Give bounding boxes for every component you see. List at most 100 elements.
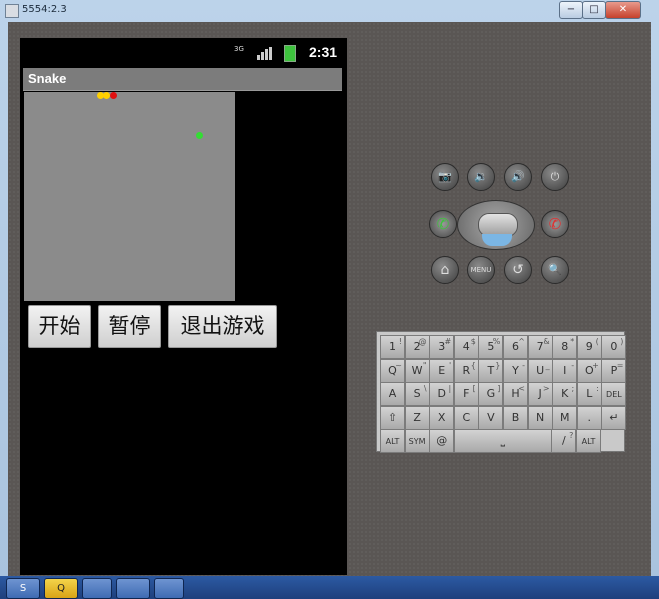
key-symbol[interactable]: ⇧ — [380, 405, 405, 430]
dpad-down-button[interactable] — [482, 234, 512, 246]
menu-button[interactable]: MENU — [467, 256, 495, 284]
key-label: M — [559, 410, 570, 424]
key-alt-label: @ — [418, 337, 427, 346]
key-alt-label: ( — [595, 337, 599, 346]
key-q[interactable]: Q ~ — [380, 358, 405, 383]
key-alt-label: ; — [571, 384, 575, 393]
key-p[interactable]: P = — [601, 358, 627, 383]
key-b[interactable]: B — [503, 405, 528, 430]
taskbar: S Q — [0, 576, 659, 599]
key-label: 0 — [610, 340, 618, 353]
key-v[interactable]: V — [478, 405, 504, 430]
window-title: 5554:2.3 — [22, 4, 67, 15]
key-n[interactable]: N — [527, 405, 553, 430]
key-x[interactable]: X — [429, 405, 455, 430]
taskbar-item-eclipse[interactable] — [116, 578, 150, 599]
key-label: U — [536, 363, 545, 377]
maximize-button[interactable]: □ — [582, 1, 606, 19]
key-alt-label: - — [571, 360, 575, 370]
key-m[interactable]: M — [552, 405, 578, 430]
key-alt-label: & — [543, 337, 550, 346]
key-alt-label: ] — [497, 384, 501, 393]
key-alt-label: ! — [398, 337, 402, 346]
home-icon[interactable]: ⌂ — [431, 256, 459, 284]
call-icon[interactable]: ✆ — [429, 210, 457, 238]
key-alt-label: ~ — [395, 360, 402, 370]
key-label: SYM — [408, 437, 426, 446]
key-symbol[interactable]: ↵ — [601, 405, 627, 430]
key-alt-label: < — [518, 384, 525, 393]
key-symbol[interactable]: /? — [551, 429, 577, 453]
app-title-bar: Snake — [23, 68, 342, 91]
key-alt-label: > — [542, 384, 550, 393]
start-button[interactable]: 开始 — [28, 305, 91, 348]
snake-segment — [103, 92, 110, 99]
key-alt-label: _ — [545, 360, 550, 370]
key-label: ⇧ — [387, 410, 398, 424]
camera-icon[interactable]: 📷 — [431, 163, 459, 191]
taskbar-item-emulator[interactable] — [154, 578, 184, 599]
status-clock: 2:31 — [309, 44, 338, 60]
key-alt-label: + — [592, 360, 599, 370]
key-z[interactable]: Z — [404, 405, 430, 430]
key-alt-label: ' — [448, 360, 452, 370]
start-menu-button[interactable]: S — [6, 578, 40, 599]
key-label: 9 — [585, 340, 593, 353]
key-label: @ — [436, 434, 448, 447]
key-a[interactable]: A — [380, 382, 405, 406]
end-call-icon[interactable]: ✆ — [541, 210, 569, 238]
key-alt-label: ) — [620, 337, 624, 346]
game-board[interactable] — [24, 92, 235, 301]
key-label: V — [487, 410, 495, 424]
back-icon[interactable]: ↺ — [504, 256, 532, 284]
title-bar[interactable]: 5554:2.3 − □ ✕ — [0, 0, 659, 22]
app-title: Snake — [28, 71, 67, 86]
key-del[interactable]: DEL — [601, 382, 627, 406]
minimize-button[interactable]: − — [559, 1, 583, 19]
exit-game-button[interactable]: 退出游戏 — [168, 305, 277, 348]
key-label: / — [562, 434, 566, 447]
key-alt[interactable]: ALT — [380, 429, 405, 453]
power-icon[interactable]: ⏻ — [541, 163, 569, 191]
key-symbol[interactable]: . — [576, 405, 602, 430]
key-alt-label: $ — [470, 337, 476, 346]
key-c[interactable]: C — [453, 405, 479, 430]
key-label: A — [388, 387, 397, 400]
key-label: J — [538, 387, 542, 400]
key-k[interactable]: K; — [552, 382, 578, 406]
key-symbol[interactable]: @ — [429, 429, 455, 453]
pause-button[interactable]: 暂停 — [98, 305, 161, 348]
taskbar-item-qq[interactable]: Q — [44, 578, 78, 599]
key-label: C — [462, 410, 471, 424]
volume-down-icon[interactable]: 🔉 — [467, 163, 495, 191]
network-type-indicator: 3G — [234, 45, 244, 53]
key-alt-label: - — [522, 360, 525, 370]
close-button[interactable]: ✕ — [605, 1, 641, 19]
key-label: K — [561, 387, 569, 400]
key-d[interactable]: D | — [429, 382, 455, 406]
key-g[interactable]: G] — [478, 382, 504, 406]
key-h[interactable]: H < — [503, 382, 528, 406]
key-label: D — [437, 387, 446, 400]
key-l[interactable]: L: — [576, 382, 602, 406]
key-symbol[interactable]: ⎵ — [453, 429, 552, 453]
key-s[interactable]: S \ — [404, 382, 430, 406]
key-j[interactable]: J > — [527, 382, 553, 406]
key-f[interactable]: F[ — [453, 382, 479, 406]
key-label: E — [438, 363, 446, 377]
key-alt[interactable]: ALT — [576, 429, 601, 453]
key-label: ⎵ — [500, 434, 505, 447]
key-label: ALT — [581, 437, 596, 446]
key-alt-label: " — [422, 360, 427, 370]
key-alt-label: = — [616, 360, 624, 370]
key-sym[interactable]: SYM — [404, 429, 430, 453]
taskbar-item-explorer[interactable] — [82, 578, 112, 599]
key-alt-label: % — [492, 337, 501, 346]
key-label: T — [487, 363, 495, 377]
emulator-window: 5554:2.3 − □ ✕ 3G 2:31 Snake 开始 暂停 退出游戏 … — [0, 0, 659, 576]
key-label: 8 — [561, 340, 569, 353]
volume-up-icon[interactable]: 🔊 — [504, 163, 532, 191]
search-icon[interactable]: 🔍 — [541, 256, 569, 284]
key-alt-label: # — [444, 337, 452, 346]
key-label: F — [463, 387, 470, 400]
